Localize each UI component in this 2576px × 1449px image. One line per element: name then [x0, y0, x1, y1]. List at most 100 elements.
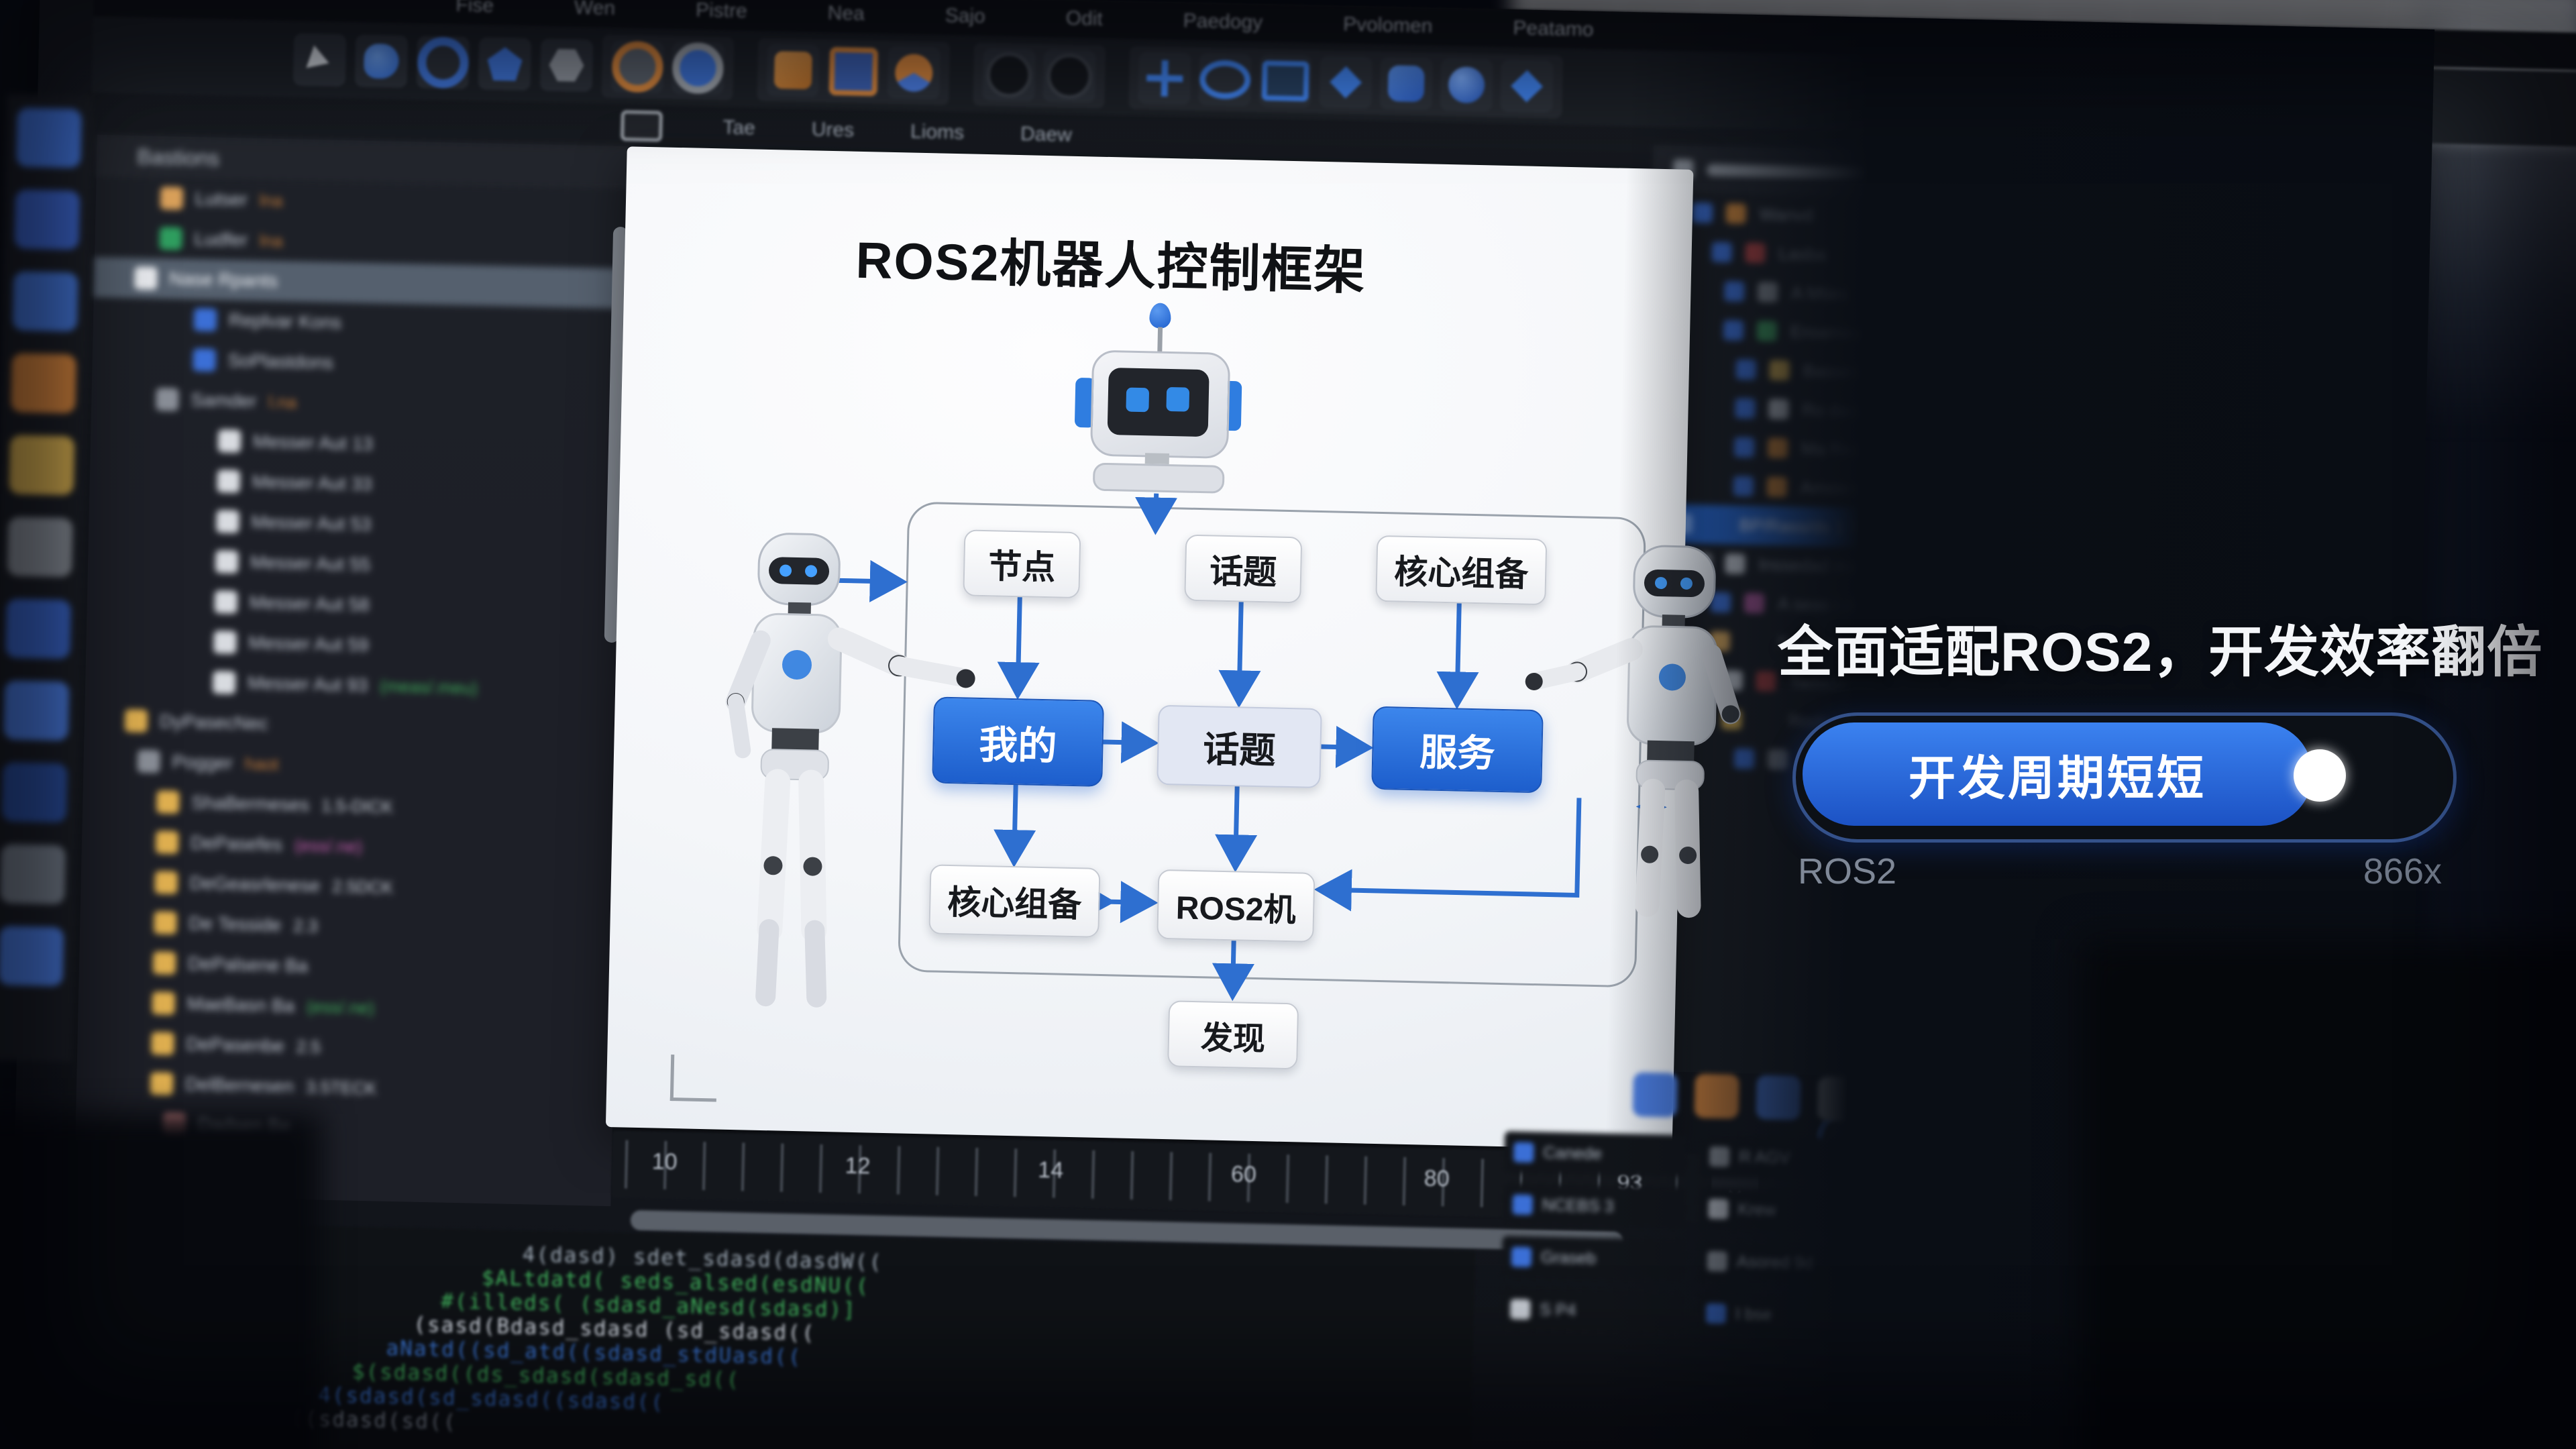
- tree-row-value: haot: [245, 753, 279, 775]
- tree-row-label: Messer Aut 93: [248, 672, 368, 696]
- viewport-window-icon[interactable]: [621, 110, 663, 142]
- blue-blob-tool-icon[interactable]: [355, 34, 409, 88]
- flow-node-discovery[interactable]: 发现: [1167, 1000, 1299, 1069]
- tree-row-value: (ess/.ne): [307, 996, 375, 1018]
- diamond2-tool-icon[interactable]: [1500, 60, 1554, 113]
- tree-row-icon: [150, 1072, 174, 1095]
- tree-row-value: 2.3: [293, 915, 318, 936]
- strip-tool-icon[interactable]: [0, 926, 64, 986]
- tree-row-icon: [154, 871, 178, 894]
- menu-item[interactable]: Peatamo: [1513, 17, 1594, 42]
- strip-tool-icon[interactable]: [16, 107, 82, 168]
- menu-item[interactable]: Sajo: [945, 5, 985, 28]
- material-orange-square-icon[interactable]: [766, 44, 820, 97]
- strip-tool-icon[interactable]: [11, 353, 76, 413]
- rounded-tool-icon[interactable]: [1379, 57, 1433, 111]
- flow-node-top-3[interactable]: 核心组备: [1375, 535, 1547, 606]
- menu-item[interactable]: Fise: [455, 0, 494, 17]
- viewport-tab[interactable]: Ures: [811, 118, 854, 142]
- progress-knob[interactable]: [2294, 749, 2346, 802]
- timeline-label: 12: [845, 1153, 871, 1180]
- strip-tool-icon[interactable]: [2, 762, 68, 822]
- object-tree-panel: Bastions Lutser lna Ludfer lna: [74, 135, 634, 1206]
- axis-tool-icon[interactable]: [1138, 52, 1191, 105]
- flow-node-top-2[interactable]: 话题: [1184, 535, 1302, 604]
- blue-pentagon-tool-icon[interactable]: [478, 37, 532, 91]
- tree-row-label: Pogger: [172, 751, 233, 774]
- menu-item[interactable]: Paedogy: [1183, 9, 1263, 34]
- tree-row-value: 2.5: [296, 1036, 321, 1057]
- render-gray-ring-icon[interactable]: [672, 42, 725, 95]
- menu-item[interactable]: Wen: [574, 0, 616, 20]
- tree-row-label: Replvar Kons: [229, 309, 342, 333]
- tree-row-icon: [159, 227, 182, 250]
- blue-ring-tool-icon[interactable]: [417, 36, 470, 89]
- progress-footer-left: ROS2: [1798, 851, 1896, 892]
- tree-row-value: 3.5TECK: [306, 1077, 377, 1099]
- flow-node-bottom-2[interactable]: ROS2机: [1157, 869, 1315, 943]
- tree-row-label: Messer Aut 13: [253, 431, 374, 455]
- bezel-corner-shadow: [0, 1114, 322, 1449]
- strip-tool-icon[interactable]: [7, 517, 73, 577]
- tree-row-label: Messer Aut 33: [252, 471, 372, 495]
- tree-row-value: (ess/.ne): [294, 835, 363, 857]
- orbit-dark-icon[interactable]: [1042, 50, 1096, 103]
- object-tree-rows: Lutser lna Ludfer lna Nase Rpants: [74, 176, 633, 1194]
- tree-row-value: 2.5DCK: [332, 875, 394, 898]
- progress-footer: ROS2 866x: [1798, 851, 2442, 892]
- strip-tool-icon[interactable]: [0, 844, 66, 904]
- tree-row-label: Messer Aut 53: [251, 511, 372, 535]
- tree-row-label: DePalsene Ba: [188, 953, 309, 977]
- menu-item[interactable]: Pistre: [696, 0, 747, 23]
- tree-row-label: Lutser: [195, 188, 248, 211]
- tree-row-label: DePasenbe: [186, 1033, 284, 1057]
- tree-row-label: DyPasecNec: [160, 710, 269, 735]
- tree-row-label: Nase Rpants: [169, 268, 278, 292]
- robot-left: [689, 525, 981, 1021]
- monitor-tool-icon[interactable]: [1258, 54, 1312, 108]
- strip-tool-icon[interactable]: [3, 680, 69, 741]
- gray-hexagon-tool-icon[interactable]: [540, 38, 594, 92]
- menu-item[interactable]: Nea: [827, 2, 865, 25]
- tree-row-icon: [125, 709, 148, 733]
- material-pie-icon[interactable]: [887, 46, 941, 100]
- cell-icon: [1512, 1194, 1533, 1215]
- strip-tool-icon[interactable]: [9, 435, 74, 495]
- tree-row-icon: [214, 590, 237, 614]
- cell-label: S P4: [1540, 1300, 1576, 1320]
- cursor-tool-icon[interactable]: [293, 33, 347, 87]
- viewport-tabs: Tae Ures Lioms Daew: [722, 116, 1072, 146]
- viewport-tab[interactable]: Tae: [722, 116, 755, 140]
- render-orange-ring-icon[interactable]: [611, 40, 665, 94]
- tree-row-icon: [193, 348, 216, 372]
- tree-row-icon: [160, 186, 184, 210]
- menu-item[interactable]: Pvolomen: [1343, 13, 1433, 38]
- rotate-dark-icon[interactable]: [982, 48, 1036, 102]
- toolbar-group-transform: [1128, 46, 1563, 119]
- tree-row-icon: [156, 388, 179, 411]
- viewport-tab[interactable]: Daew: [1020, 123, 1072, 147]
- tree-row-icon: [156, 790, 180, 814]
- viewport-tab[interactable]: Lioms: [910, 120, 965, 144]
- progress-pill-fill: 开发周期短短: [1803, 722, 2312, 826]
- flow-node-mid-3[interactable]: 服务: [1371, 706, 1544, 794]
- strip-tool-icon[interactable]: [13, 271, 78, 331]
- tree-row-icon: [152, 991, 175, 1015]
- desk-shadow: [2080, 939, 2576, 1449]
- tree-row-label: Messer Aut 59: [248, 632, 369, 656]
- strip-tool-icon[interactable]: [14, 189, 80, 250]
- script-console[interactable]: 4(dasd) sdet_sdasd(dasdW(($ALtdatd( seds…: [236, 1224, 1475, 1449]
- ellipse-tool-icon[interactable]: [1198, 53, 1252, 107]
- tree-row-label: De Tesside: [189, 912, 282, 936]
- strip-tool-icon[interactable]: [5, 598, 71, 659]
- flow-node-mid-2[interactable]: 话题: [1157, 705, 1322, 788]
- sphere-blue-tool-icon[interactable]: [1440, 58, 1493, 112]
- menu-item[interactable]: Odit: [1065, 7, 1103, 31]
- progress-pill[interactable]: 开发周期短短: [1792, 712, 2457, 843]
- material-framed-square-icon[interactable]: [826, 45, 880, 99]
- tree-row-label: DelBernesen: [185, 1073, 294, 1097]
- scene: Fise Wen Pistre Nea Sajo Odit Paedogy Pvolomen P…: [0, 0, 2576, 1449]
- tree-row-icon: [134, 266, 158, 290]
- timeline-label: 14: [1038, 1157, 1064, 1184]
- diamond-tool-icon[interactable]: [1319, 56, 1373, 109]
